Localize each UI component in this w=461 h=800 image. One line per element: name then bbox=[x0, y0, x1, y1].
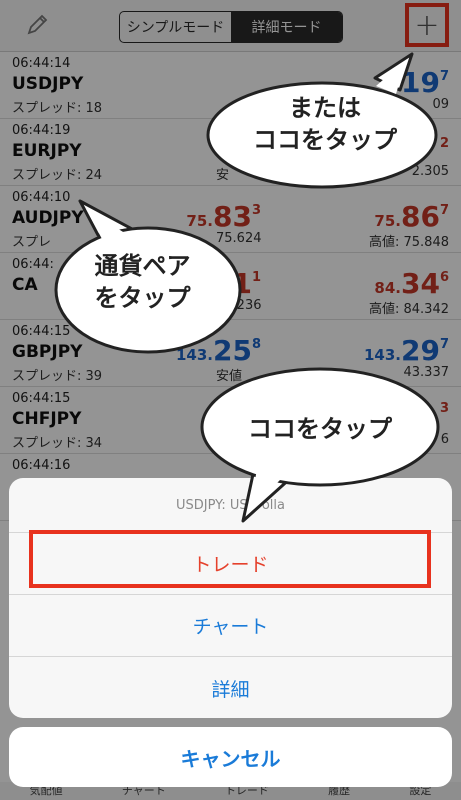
callout-trade-text: ココをタップ bbox=[248, 415, 392, 443]
callout-trade: ココをタップ bbox=[195, 355, 445, 525]
callout-pair-text: 通貨ペア をタップ bbox=[94, 252, 191, 313]
cancel-button[interactable]: キャンセル bbox=[9, 727, 452, 787]
callout-pair: 通貨ペア をタップ bbox=[40, 195, 245, 360]
callout-plus: または ココをタップ bbox=[200, 50, 450, 190]
trade-highlight-box bbox=[29, 530, 431, 588]
chart-button[interactable]: チャート bbox=[9, 595, 452, 657]
detail-button[interactable]: 詳細 bbox=[9, 657, 452, 718]
callout-plus-text: または ココをタップ bbox=[253, 94, 397, 155]
